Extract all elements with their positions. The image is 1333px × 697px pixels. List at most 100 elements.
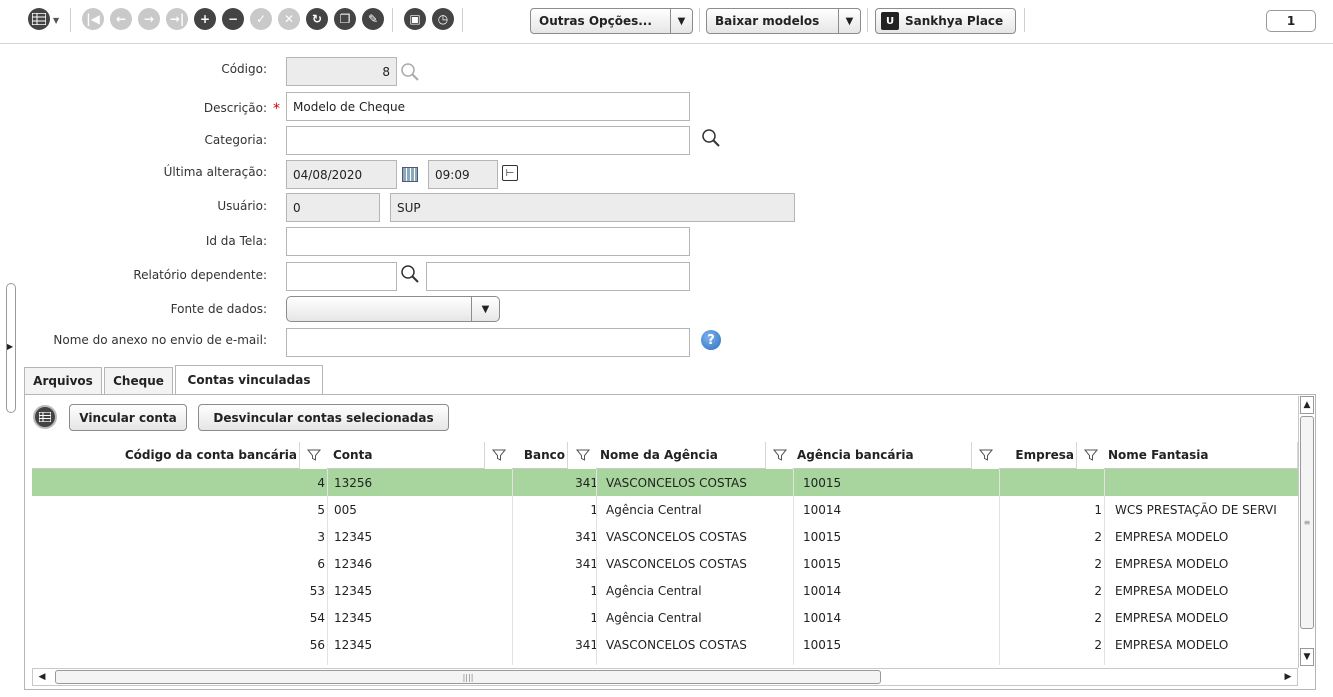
tab-contas-vinculadas[interactable]: Contas vinculadas: [175, 365, 323, 394]
save-icon[interactable]: ✓: [250, 8, 272, 30]
id-tela-label: Id da Tela:: [205, 234, 267, 248]
search-icon[interactable]: [400, 264, 420, 284]
fonte-dados-select[interactable]: ▼: [286, 296, 500, 322]
scroll-right-icon[interactable]: ▶: [1279, 669, 1297, 685]
scroll-left-icon[interactable]: ◀: [33, 669, 51, 685]
vincular-conta-button[interactable]: Vincular conta: [69, 404, 187, 431]
scroll-thumb[interactable]: ≡: [1300, 416, 1314, 629]
add-icon[interactable]: +: [194, 8, 216, 30]
column-divider: [327, 469, 328, 665]
chevron-down-icon[interactable]: ▼: [53, 16, 59, 25]
scroll-up-icon[interactable]: ▲: [1300, 396, 1314, 414]
desvincular-contas-button[interactable]: Desvincular contas selecionadas: [198, 404, 449, 431]
filter-icon[interactable]: [492, 448, 506, 462]
column-header-conta[interactable]: Conta: [327, 442, 485, 469]
cell-banco: 1: [590, 583, 598, 598]
cell-codigo: 5: [317, 502, 325, 517]
remove-icon[interactable]: −: [222, 8, 244, 30]
next-record-icon[interactable]: →: [138, 8, 160, 30]
descricao-field[interactable]: Modelo de Cheque: [286, 92, 690, 121]
required-icon: *: [273, 101, 280, 117]
cell-codigo: 6: [317, 556, 325, 571]
attachment-icon[interactable]: ▣: [404, 8, 426, 30]
ultima-alteracao-time-field[interactable]: 09:09: [428, 160, 498, 189]
filter-icon[interactable]: [576, 448, 590, 462]
cell-codigo: 56: [309, 637, 325, 652]
column-header-banco[interactable]: Banco: [512, 442, 568, 469]
relatorio-dependente-label: Relatório dependente:: [133, 268, 267, 282]
column-header-nome-agencia[interactable]: Nome da Agência: [596, 442, 766, 469]
table-row[interactable]: 56 12345 341 VASCONCELOS COSTAS 10015 2 EMPRES…: [32, 631, 1298, 658]
column-header-codigo[interactable]: Código da conta bancária: [32, 442, 300, 469]
filter-icon[interactable]: [773, 448, 787, 462]
table-row[interactable]: 5 005 1 Agência Central 10014 1 WCS PRESTAÇÃO …: [32, 496, 1298, 523]
tab-arquivos[interactable]: Arquivos: [24, 367, 102, 394]
search-icon[interactable]: [400, 62, 420, 82]
table-row[interactable]: 4 13256 341 VASCONCELOS COSTAS 10015: [32, 469, 1298, 496]
table-row[interactable]: 53 12345 1 Agência Central 10014 2 EMPRESA MOD…: [32, 577, 1298, 604]
last-record-icon[interactable]: →|: [166, 8, 188, 30]
filter-icon[interactable]: [979, 448, 993, 462]
outras-opcoes-dropdown[interactable]: Outras Opções... ▼: [530, 8, 693, 34]
table-row[interactable]: 6 12346 341 VASCONCELOS COSTAS 10015 2 EMPRESA…: [32, 550, 1298, 577]
help-icon[interactable]: ?: [701, 330, 721, 350]
cell-banco: 341: [575, 637, 598, 652]
usuario-code-field[interactable]: 0: [286, 193, 380, 222]
clock-icon[interactable]: ⊢: [502, 165, 518, 181]
grid-menu-icon[interactable]: [28, 8, 50, 30]
clock-icon[interactable]: ◷: [432, 8, 454, 30]
sankhya-place-button[interactable]: U Sankhya Place: [875, 8, 1016, 34]
separator: [867, 8, 868, 32]
table-row[interactable]: 54 12345 1 Agência Central 10014 2 EMPRESA MOD…: [32, 604, 1298, 631]
id-tela-field[interactable]: [286, 227, 690, 256]
cell-empresa: 2: [1094, 610, 1102, 625]
cell-nome-agencia: Agência Central: [606, 502, 702, 517]
usuario-label: Usuário:: [217, 199, 267, 213]
filter-icon[interactable]: [307, 448, 321, 462]
page-indicator[interactable]: 1: [1266, 10, 1316, 32]
copy-icon[interactable]: ❐: [334, 8, 356, 30]
cell-agencia-bancaria: 10014: [803, 610, 842, 625]
baixar-modelos-dropdown[interactable]: Baixar modelos ▼: [706, 8, 861, 34]
cell-agencia-bancaria: 10015: [803, 637, 842, 652]
column-header-agencia-bancaria[interactable]: Agência bancária: [793, 442, 972, 469]
scroll-thumb[interactable]: ||||: [55, 670, 881, 684]
search-icon[interactable]: [701, 128, 721, 148]
relatorio-dependente-desc-field[interactable]: [426, 262, 690, 291]
scroll-down-icon[interactable]: ▼: [1300, 648, 1314, 666]
cell-banco: 1: [590, 502, 598, 517]
ultima-alteracao-date-field[interactable]: 04/08/2020: [286, 160, 397, 189]
refresh-icon[interactable]: ↻: [306, 8, 328, 30]
relatorio-dependente-field[interactable]: [286, 262, 397, 291]
column-header-empresa[interactable]: Empresa: [999, 442, 1077, 469]
column-header-nome-fantasia[interactable]: Nome Fantasia: [1104, 442, 1298, 469]
separator: [70, 8, 71, 32]
separator: [699, 8, 700, 32]
cell-banco: 341: [575, 556, 598, 571]
cell-agencia-bancaria: 10014: [803, 502, 842, 517]
nome-anexo-field[interactable]: [286, 328, 690, 357]
vertical-scrollbar[interactable]: ▲ ≡ ▼: [1298, 396, 1315, 668]
codigo-field[interactable]: 8: [286, 57, 397, 86]
cancel-icon[interactable]: ✕: [278, 8, 300, 30]
cell-conta: 005: [334, 502, 357, 517]
cell-empresa: 2: [1094, 637, 1102, 652]
table-row[interactable]: 3 12345 341 VASCONCELOS COSTAS 10015 2 EMPRESA…: [32, 523, 1298, 550]
horizontal-scrollbar[interactable]: ◀ |||| ▶: [32, 668, 1298, 686]
sankhya-place-label: Sankhya Place: [905, 14, 1004, 28]
edit-icon[interactable]: ✎: [362, 8, 384, 30]
cell-conta: 12345: [334, 529, 373, 544]
categoria-field[interactable]: [286, 126, 690, 155]
cell-nome-agencia: Agência Central: [606, 610, 702, 625]
filter-icon[interactable]: [1084, 448, 1098, 462]
cell-banco: 1: [590, 610, 598, 625]
codigo-label: Código:: [221, 62, 267, 76]
previous-record-icon[interactable]: ←: [110, 8, 132, 30]
grid-menu-icon[interactable]: [33, 405, 57, 429]
cell-codigo: 4: [317, 475, 325, 490]
calendar-icon[interactable]: [402, 167, 418, 182]
cell-codigo: 53: [309, 583, 325, 598]
tab-cheque[interactable]: Cheque: [104, 367, 173, 394]
first-record-icon[interactable]: |◀: [82, 8, 104, 30]
cell-empresa: 2: [1094, 556, 1102, 571]
